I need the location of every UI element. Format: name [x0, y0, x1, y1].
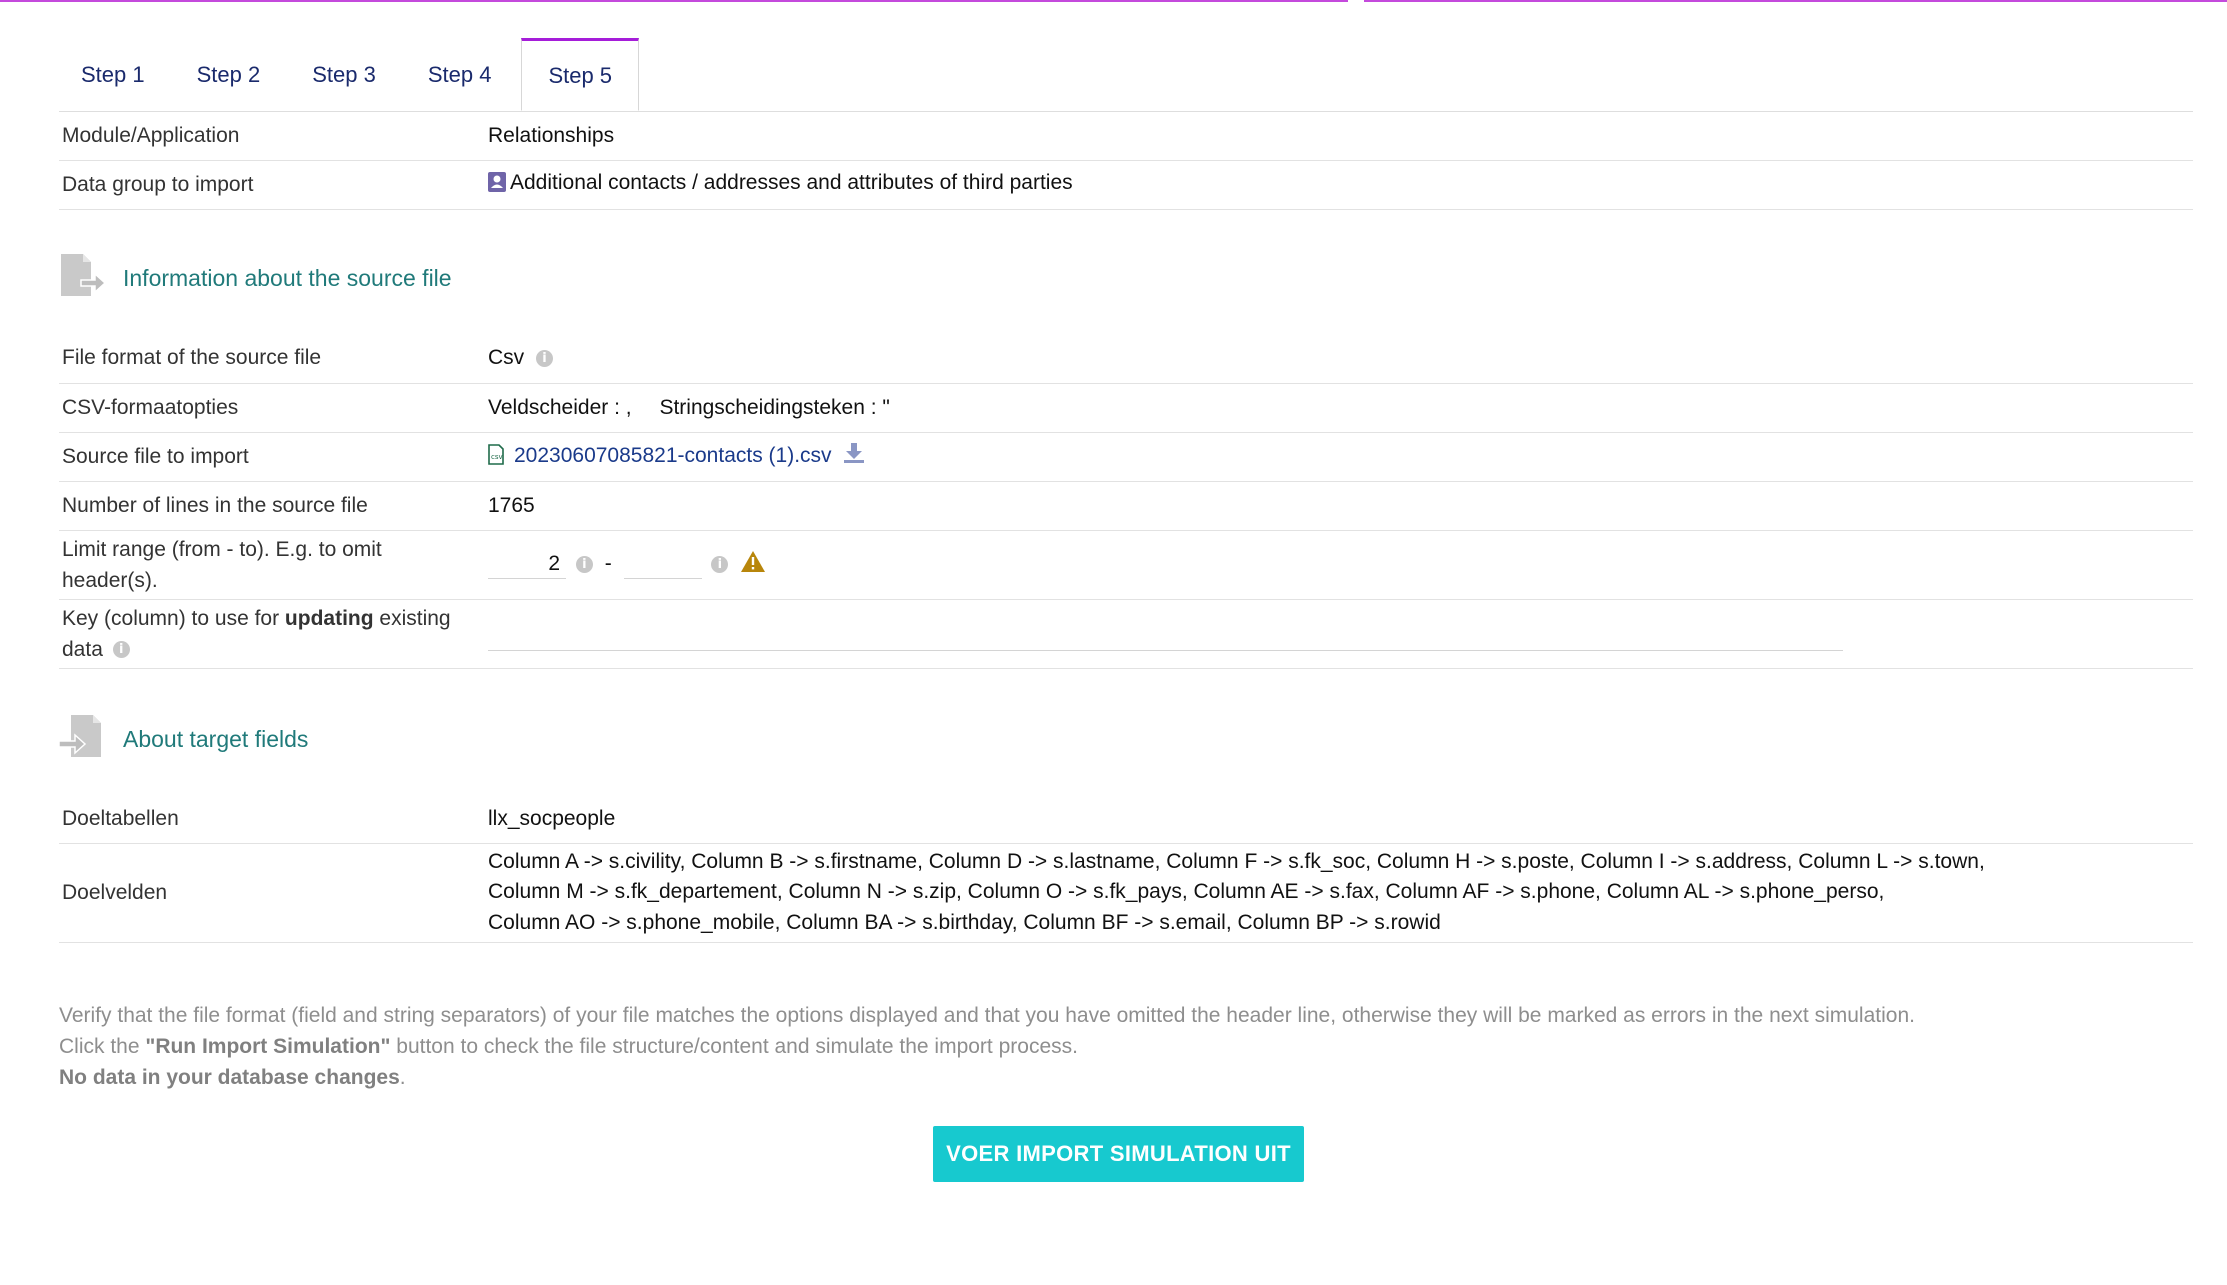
- source-file-row: Source file to import csv 20230607085821…: [59, 432, 2193, 482]
- module-value: Relationships: [485, 112, 2193, 161]
- target-fields-label: Doelvelden: [59, 843, 485, 943]
- warning-icon: [740, 550, 766, 579]
- note-line-2: Click the "Run Import Simulation" button…: [59, 1031, 2159, 1062]
- module-row: Module/Application Relationships: [59, 112, 2193, 161]
- note-line-1: Verify that the file format (field and s…: [59, 1004, 1915, 1027]
- range-to-input[interactable]: [623, 550, 702, 580]
- key-label-pre: Key (column) to use for: [62, 606, 285, 630]
- simulation-notes: Verify that the file format (field and s…: [59, 1000, 2159, 1093]
- target-section-title: About target fields: [123, 725, 309, 752]
- lines-value: 1765: [485, 481, 2193, 531]
- contact-card-icon: [488, 172, 506, 198]
- info-icon[interactable]: i: [112, 641, 130, 659]
- datagroup-value: Additional contacts / addresses and attr…: [510, 171, 1073, 194]
- target-fields-value: Column A -> s.civility, Column B -> s.fi…: [485, 843, 2193, 943]
- note-line-2-bold: "Run Import Simulation": [145, 1035, 391, 1058]
- target-fields-line-3: Column AO -> s.phone_mobile, Column BA -…: [488, 910, 1441, 934]
- source-file-label: Source file to import: [59, 432, 485, 482]
- range-label: Limit range (from - to). E.g. to omit he…: [59, 530, 485, 600]
- datagroup-label: Data group to import: [59, 160, 485, 210]
- csv-options-label: CSV-formaatopties: [59, 383, 485, 433]
- module-label: Module/Application: [59, 112, 485, 161]
- lines-label: Number of lines in the source file: [59, 481, 485, 531]
- note-line-2-pre: Click the: [59, 1035, 146, 1058]
- info-icon[interactable]: i: [575, 555, 593, 573]
- format-value: Csv: [488, 346, 525, 370]
- field-separator: Veldscheider : ,: [488, 395, 632, 419]
- source-section-header: Information about the source file: [59, 254, 452, 302]
- tab-step-3[interactable]: Step 3: [290, 38, 398, 111]
- step-tabs: Step 1 Step 2 Step 3 Step 4 Step 5: [59, 38, 647, 111]
- target-tables-label: Doeltabellen: [59, 795, 485, 844]
- source-info-table: File format of the source file Csv i CSV…: [59, 334, 2193, 669]
- key-label-bold: updating: [284, 606, 374, 630]
- key-column-select[interactable]: [488, 616, 1843, 651]
- string-separator: Stringscheidingsteken : ": [659, 395, 890, 419]
- source-section-title: Information about the source file: [123, 264, 452, 291]
- key-row: Key (column) to use for updating existin…: [59, 599, 2193, 669]
- download-icon[interactable]: [843, 442, 865, 470]
- info-icon[interactable]: i: [536, 350, 554, 368]
- csv-options-row: CSV-formaatopties Veldscheider : , Strin…: [59, 383, 2193, 433]
- note-line-3-bold: No data in your database changes: [59, 1066, 400, 1089]
- note-line-3-post: .: [399, 1066, 406, 1089]
- target-tables-row: Doeltabellen llx_socpeople: [59, 795, 2193, 844]
- range-row: Limit range (from - to). E.g. to omit he…: [59, 530, 2193, 600]
- datagroup-row: Data group to import Additional contacts…: [59, 160, 2193, 210]
- top-progress-bar: [0, 0, 1348, 2]
- range-from-input[interactable]: [488, 550, 566, 580]
- tab-step-5[interactable]: Step 5: [521, 38, 640, 111]
- key-label: Key (column) to use for updating existin…: [59, 599, 485, 669]
- top-progress-bar-right: [1364, 0, 2227, 2]
- target-info-table: Doeltabellen llx_socpeople Doelvelden Co…: [59, 795, 2193, 943]
- format-row: File format of the source file Csv i: [59, 334, 2193, 384]
- note-line-3: No data in your database changes.: [59, 1062, 2159, 1093]
- svg-text:csv: csv: [491, 453, 503, 461]
- target-fields-line-2: Column M -> s.fk_departement, Column N -…: [488, 880, 1885, 904]
- file-export-icon: [59, 254, 107, 302]
- target-fields-line-1: Column A -> s.civility, Column B -> s.fi…: [488, 849, 1985, 873]
- lines-row: Number of lines in the source file 1765: [59, 481, 2193, 531]
- info-icon[interactable]: i: [711, 555, 729, 573]
- target-section-header: About target fields: [58, 715, 309, 763]
- source-file-link[interactable]: 20230607085821-contacts (1).csv: [514, 444, 832, 467]
- target-fields-row: Doelvelden Column A -> s.civility, Colum…: [59, 843, 2193, 943]
- tab-step-1[interactable]: Step 1: [59, 38, 167, 111]
- file-import-icon: [58, 715, 105, 763]
- tab-step-2[interactable]: Step 2: [175, 38, 283, 111]
- range-dash: -: [604, 552, 612, 576]
- run-simulation-button[interactable]: VOER IMPORT SIMULATION UIT: [933, 1126, 1304, 1182]
- general-info-table: Module/Application Relationships Data gr…: [59, 112, 2193, 210]
- csv-file-icon: csv: [488, 444, 504, 471]
- format-label: File format of the source file: [59, 334, 485, 384]
- note-line-2-post: button to check the file structure/conte…: [390, 1035, 1078, 1058]
- target-tables-value: llx_socpeople: [485, 795, 2193, 844]
- tab-step-4[interactable]: Step 4: [406, 38, 514, 111]
